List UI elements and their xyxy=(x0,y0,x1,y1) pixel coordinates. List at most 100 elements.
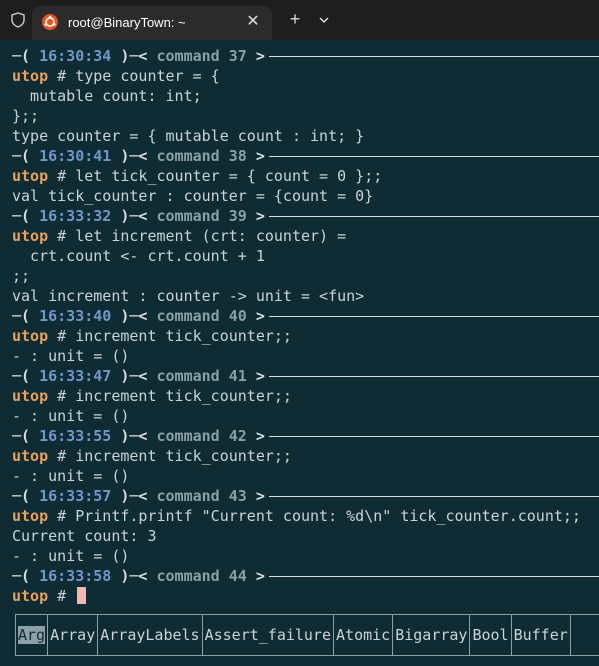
tab-title: root@BinaryTown: ~ xyxy=(68,15,186,30)
completion-item[interactable]: ArrayLabels xyxy=(98,615,203,655)
ubuntu-icon xyxy=(42,14,58,30)
input-line[interactable]: utop # let tick_counter = { count = 0 };… xyxy=(12,166,382,186)
header-suffix: > xyxy=(246,367,265,385)
command-header: ─( 16:33:57 )─< command 43 > xyxy=(12,486,265,506)
input-text: Printf.printf "Current count: %d\n" tick… xyxy=(75,507,581,525)
header-rule xyxy=(268,316,599,317)
output-line: Current count: 3 xyxy=(12,527,157,545)
command-header: ─( 16:30:41 )─< command 38 > xyxy=(12,146,265,166)
output-line: type counter = { mutable count : int; } xyxy=(12,127,365,145)
input-text: increment tick_counter;; xyxy=(75,387,292,405)
header-suffix: > xyxy=(246,207,265,225)
command-number: 42 xyxy=(228,427,247,445)
command-header: ─( 16:33:58 )─< command 44 > xyxy=(12,566,265,586)
header-prefix: ─( xyxy=(12,307,40,325)
command-number: 44 xyxy=(228,567,247,585)
header-rule xyxy=(268,156,599,157)
completion-item[interactable]: Assert_failure xyxy=(203,615,335,655)
input-text: increment tick_counter;; xyxy=(75,447,292,465)
completion-item[interactable]: Array xyxy=(48,615,99,655)
header-rule xyxy=(268,376,599,377)
command-time: 16:33:47 xyxy=(39,367,112,385)
header-rule xyxy=(268,56,599,57)
completion-item[interactable]: Bigarray xyxy=(393,615,471,655)
command-time: 16:30:41 xyxy=(39,147,112,165)
input-text: mutable count: int; xyxy=(12,87,202,105)
chevron-down-icon[interactable] xyxy=(316,12,332,28)
header-mid: )─< xyxy=(111,147,157,165)
header-prefix: ─( xyxy=(12,147,40,165)
completion-item[interactable]: Bool xyxy=(470,615,512,655)
input-text: let tick_counter = { count = 0 };; xyxy=(75,167,383,185)
completion-item-label: Arg xyxy=(18,626,46,644)
header-suffix: > xyxy=(246,147,265,165)
header-mid: )─< xyxy=(111,567,157,585)
close-icon[interactable]: ✕ xyxy=(244,13,262,31)
shield-icon[interactable] xyxy=(10,12,26,28)
header-rule xyxy=(268,216,599,217)
header-rule xyxy=(268,496,599,497)
prompt-label: utop xyxy=(12,387,49,405)
output-line: - : unit = () xyxy=(12,467,130,485)
input-text: type counter = { xyxy=(75,67,220,85)
header-suffix: > xyxy=(246,487,265,505)
command-label: command xyxy=(156,147,220,165)
terminal-output[interactable]: Arg Array ArrayLabels Assert_failure Atomic B… xyxy=(0,40,599,666)
input-text: };; xyxy=(12,107,40,125)
header-suffix: > xyxy=(246,567,265,585)
input-line[interactable]: utop # increment tick_counter;; xyxy=(12,446,292,466)
new-tab-button[interactable]: + xyxy=(286,10,304,28)
prompt-label: utop xyxy=(12,507,49,525)
completion-item-label: ArrayLabels xyxy=(100,626,200,644)
command-label: command xyxy=(156,367,220,385)
command-number: 39 xyxy=(228,207,247,225)
prompt-hash: # xyxy=(48,387,76,405)
command-header: ─( 16:33:55 )─< command 42 > xyxy=(12,426,265,446)
output-line: val tick_counter : counter = {count = 0} xyxy=(12,187,374,205)
header-rule xyxy=(268,436,599,437)
prompt-label: utop xyxy=(12,447,49,465)
header-prefix: ─( xyxy=(12,47,40,65)
header-mid: )─< xyxy=(111,427,157,445)
header-rule xyxy=(268,576,599,577)
completion-item-label: Assert_failure xyxy=(204,626,332,644)
header-mid: )─< xyxy=(111,367,157,385)
header-prefix: ─( xyxy=(12,207,40,225)
prompt-hash: # xyxy=(48,587,76,605)
command-header: ─( 16:30:34 )─< command 37 > xyxy=(12,46,265,66)
command-number: 41 xyxy=(228,367,247,385)
command-time: 16:33:32 xyxy=(39,207,112,225)
completion-item[interactable]: Buffer xyxy=(512,615,571,655)
command-time: 16:33:57 xyxy=(39,487,112,505)
input-line: ;; xyxy=(12,266,30,286)
prompt-hash: # xyxy=(48,507,76,525)
prompt-hash: # xyxy=(48,67,76,85)
input-line: crt.count <- crt.count + 1 xyxy=(12,246,265,266)
tab-terminal[interactable]: root@BinaryTown: ~ ✕ xyxy=(32,6,272,40)
completion-item[interactable]: Arg xyxy=(16,615,49,655)
input-line[interactable]: utop # increment tick_counter;; xyxy=(12,326,292,346)
command-time: 16:33:58 xyxy=(39,567,112,585)
prompt-label: utop xyxy=(12,587,49,605)
input-text: crt.count <- crt.count + 1 xyxy=(12,247,265,265)
header-mid: )─< xyxy=(111,307,157,325)
header-mid: )─< xyxy=(111,487,157,505)
completion-item[interactable]: Atomic xyxy=(334,615,394,655)
command-number: 38 xyxy=(228,147,247,165)
header-mid: )─< xyxy=(111,47,157,65)
input-line[interactable]: utop # let increment (crt: counter) = xyxy=(12,226,346,246)
input-line[interactable]: utop # increment tick_counter;; xyxy=(12,386,292,406)
header-prefix: ─( xyxy=(12,367,40,385)
command-header: ─( 16:33:40 )─< command 40 > xyxy=(12,306,265,326)
cursor xyxy=(77,587,87,604)
header-prefix: ─( xyxy=(12,567,40,585)
input-line: mutable count: int; xyxy=(12,86,202,106)
command-number: 43 xyxy=(228,487,247,505)
input-line[interactable]: utop # xyxy=(12,586,87,606)
completion-item-label: Bool xyxy=(472,626,509,644)
input-line[interactable]: utop # type counter = { xyxy=(12,66,220,86)
input-text: let increment (crt: counter) = xyxy=(75,227,347,245)
command-time: 16:33:40 xyxy=(39,307,112,325)
input-line[interactable]: utop # Printf.printf "Current count: %d\… xyxy=(12,506,581,526)
title-bar: root@BinaryTown: ~ ✕ + xyxy=(0,0,599,40)
